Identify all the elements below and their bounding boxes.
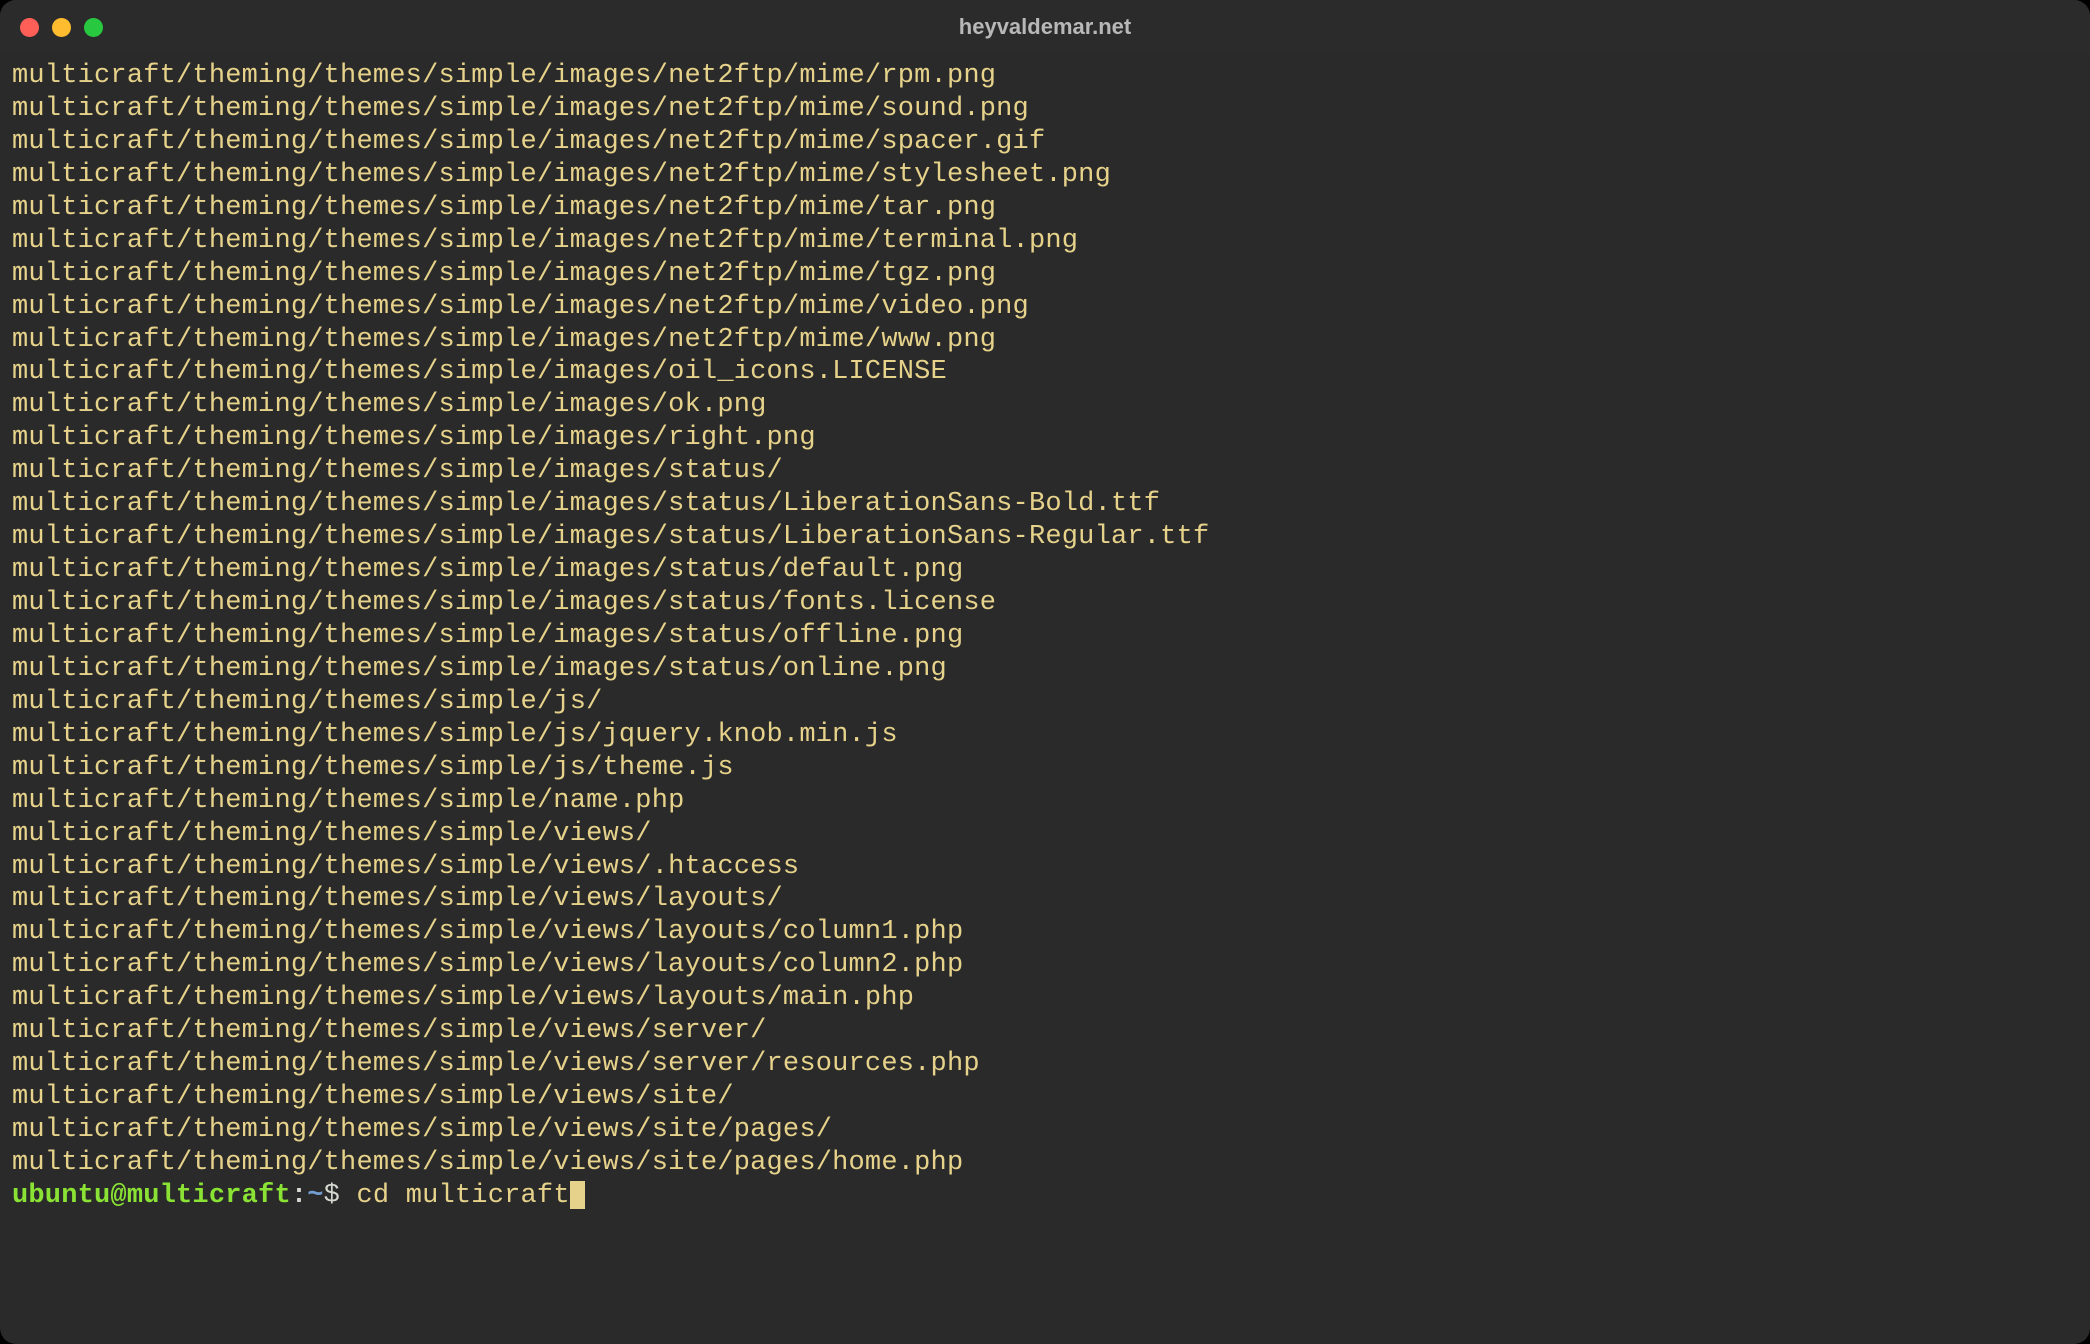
output-line: multicraft/theming/themes/simple/images/… — [12, 521, 2078, 554]
prompt-dollar: $ — [324, 1181, 357, 1211]
output-line: multicraft/theming/themes/simple/name.ph… — [12, 785, 2078, 818]
output-line: multicraft/theming/themes/simple/images/… — [12, 356, 2078, 389]
output-line: multicraft/theming/themes/simple/views/l… — [12, 949, 2078, 982]
output-line: multicraft/theming/themes/simple/images/… — [12, 225, 2078, 258]
output-line: multicraft/theming/themes/simple/images/… — [12, 126, 2078, 159]
output-line: multicraft/theming/themes/simple/images/… — [12, 455, 2078, 488]
output-line: multicraft/theming/themes/simple/images/… — [12, 422, 2078, 455]
titlebar: heyvaldemar.net — [0, 0, 2090, 54]
output-line: multicraft/theming/themes/simple/views/ — [12, 818, 2078, 851]
terminal-body[interactable]: multicraft/theming/themes/simple/images/… — [0, 54, 2090, 1344]
output-line: multicraft/theming/themes/simple/images/… — [12, 60, 2078, 93]
output-line: multicraft/theming/themes/simple/views/l… — [12, 916, 2078, 949]
output-line: multicraft/theming/themes/simple/images/… — [12, 488, 2078, 521]
minimize-icon[interactable] — [52, 18, 71, 37]
output-line: multicraft/theming/themes/simple/js/ — [12, 686, 2078, 719]
output-line: multicraft/theming/themes/simple/images/… — [12, 159, 2078, 192]
prompt-command[interactable]: cd multicraft — [356, 1181, 569, 1211]
output-line: multicraft/theming/themes/simple/views/s… — [12, 1048, 2078, 1081]
prompt-line: ubuntu@multicraft:~$ cd multicraft — [12, 1181, 585, 1211]
prompt-user-host: ubuntu@multicraft — [12, 1181, 291, 1211]
close-icon[interactable] — [20, 18, 39, 37]
output-line: multicraft/theming/themes/simple/views/.… — [12, 851, 2078, 884]
output-line: multicraft/theming/themes/simple/images/… — [12, 653, 2078, 686]
output-line: multicraft/theming/themes/simple/views/s… — [12, 1081, 2078, 1114]
traffic-lights — [20, 18, 103, 37]
output-line: multicraft/theming/themes/simple/views/s… — [12, 1114, 2078, 1147]
prompt-colon: : — [291, 1181, 307, 1211]
output-line: multicraft/theming/themes/simple/images/… — [12, 258, 2078, 291]
output-line: multicraft/theming/themes/simple/js/jque… — [12, 719, 2078, 752]
terminal-output: multicraft/theming/themes/simple/images/… — [12, 60, 2078, 1180]
output-line: multicraft/theming/themes/simple/views/l… — [12, 982, 2078, 1015]
output-line: multicraft/theming/themes/simple/views/s… — [12, 1147, 2078, 1180]
output-line: multicraft/theming/themes/simple/images/… — [12, 291, 2078, 324]
output-line: multicraft/theming/themes/simple/images/… — [12, 554, 2078, 587]
prompt-path: ~ — [307, 1181, 323, 1211]
output-line: multicraft/theming/themes/simple/images/… — [12, 620, 2078, 653]
cursor-icon — [570, 1181, 585, 1209]
output-line: multicraft/theming/themes/simple/js/them… — [12, 752, 2078, 785]
window-title: heyvaldemar.net — [0, 14, 2090, 40]
output-line: multicraft/theming/themes/simple/views/s… — [12, 1015, 2078, 1048]
terminal-window: heyvaldemar.net multicraft/theming/theme… — [0, 0, 2090, 1344]
output-line: multicraft/theming/themes/simple/images/… — [12, 93, 2078, 126]
output-line: multicraft/theming/themes/simple/images/… — [12, 389, 2078, 422]
output-line: multicraft/theming/themes/simple/images/… — [12, 324, 2078, 357]
maximize-icon[interactable] — [84, 18, 103, 37]
output-line: multicraft/theming/themes/simple/views/l… — [12, 883, 2078, 916]
output-line: multicraft/theming/themes/simple/images/… — [12, 587, 2078, 620]
output-line: multicraft/theming/themes/simple/images/… — [12, 192, 2078, 225]
